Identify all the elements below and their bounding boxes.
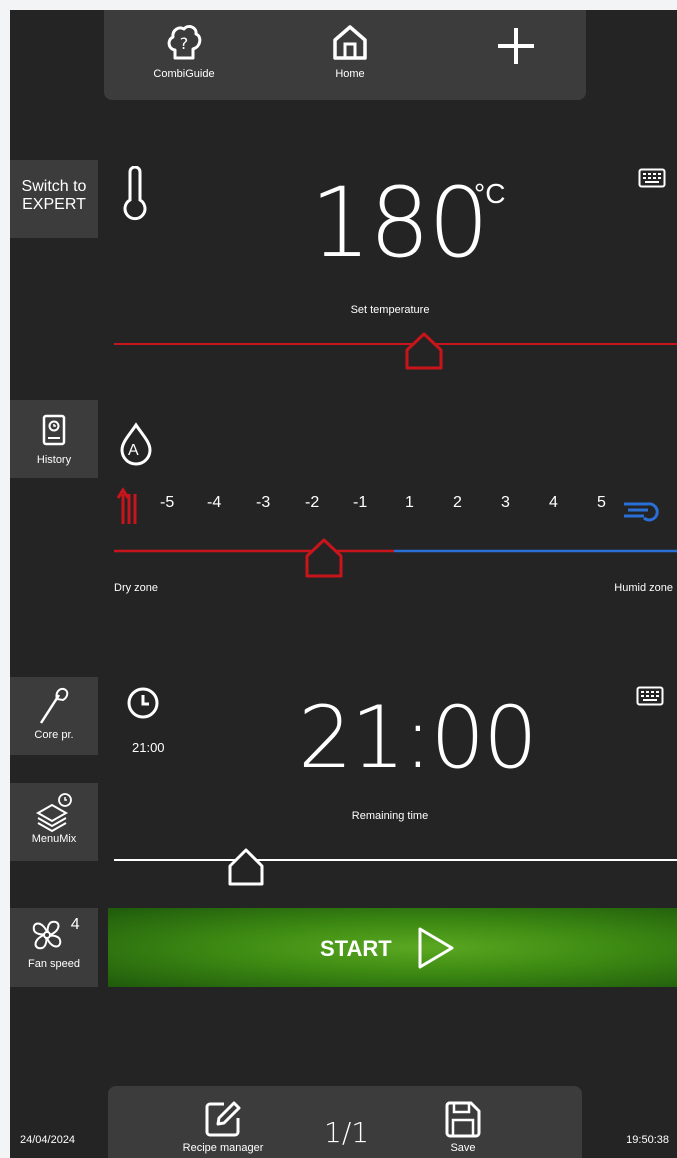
bottom-toolbar: Recipe manager 1/1 Save: [108, 1086, 582, 1158]
keyboard-icon[interactable]: [638, 168, 666, 188]
humidity-level[interactable]: -1: [353, 494, 367, 512]
home-label: Home: [335, 68, 365, 80]
oven-control-screen: ? CombiGuide Home Switch to EXPERT 180 °…: [10, 10, 677, 1158]
top-toolbar: ? CombiGuide Home: [104, 10, 586, 100]
dry-heat-icon: [116, 487, 137, 524]
time-slider[interactable]: [114, 844, 677, 888]
keyboard-icon[interactable]: [636, 686, 664, 706]
time-slider-handle[interactable]: [228, 848, 264, 886]
history-label: History: [36, 454, 72, 466]
humidity-level[interactable]: 2: [453, 494, 462, 512]
edit-pencil-icon: [205, 1101, 241, 1137]
page-indicator: 1/1: [324, 1116, 370, 1149]
humidity-level[interactable]: 5: [597, 494, 606, 512]
menumix-label: MenuMix: [31, 833, 77, 845]
humidity-level[interactable]: 1: [405, 494, 414, 512]
temperature-slider-handle[interactable]: [405, 332, 443, 370]
humidity-level[interactable]: 3: [501, 494, 510, 512]
home-button[interactable]: Home: [305, 20, 395, 95]
dry-zone-label: Dry zone: [114, 582, 159, 594]
save-floppy-icon: [445, 1101, 481, 1138]
temperature-caption: Set temperature: [350, 304, 430, 316]
time-small-value: 21:00: [132, 740, 165, 755]
history-book-icon: [42, 414, 66, 446]
temperature-slider[interactable]: [114, 330, 677, 372]
humidity-slider[interactable]: [114, 536, 677, 578]
temperature-value[interactable]: 180: [310, 168, 489, 278]
humidity-level[interactable]: -4: [207, 494, 221, 512]
recipe-manager-label: Recipe manager: [182, 1142, 264, 1154]
fan-speed-label: Fan speed: [28, 958, 80, 970]
status-date: 24/04/2024: [20, 1134, 76, 1146]
status-time: 19:50:38: [626, 1134, 669, 1146]
switch-expert-line1: Switch to: [21, 178, 87, 195]
menumix-layers-icon: [35, 793, 72, 833]
humidity-level[interactable]: -3: [256, 494, 270, 512]
fan-speed-button[interactable]: 4 Fan speed: [10, 908, 98, 987]
humid-zone-label: Humid zone: [614, 582, 673, 594]
recipe-manager-button[interactable]: Recipe manager: [148, 1098, 298, 1154]
menumix-button[interactable]: MenuMix: [10, 783, 98, 861]
svg-text:?: ?: [180, 34, 189, 53]
humidity-level[interactable]: 4: [549, 494, 558, 512]
combiguide-button[interactable]: ? CombiGuide: [139, 20, 229, 95]
save-label: Save: [450, 1142, 476, 1154]
history-button[interactable]: History: [10, 400, 98, 478]
fan-icon: [33, 920, 62, 950]
start-label: START: [320, 936, 392, 961]
humidity-level[interactable]: -2: [305, 494, 319, 512]
core-probe-icon: [39, 687, 69, 724]
switch-expert-button[interactable]: Switch to EXPERT: [10, 160, 98, 238]
chef-hat-help-icon: ?: [167, 25, 202, 60]
combiguide-label: CombiGuide: [153, 68, 215, 80]
core-probe-button[interactable]: Core pr.: [10, 677, 98, 755]
humidity-slider-handle[interactable]: [305, 538, 343, 578]
plus-icon: [498, 28, 534, 64]
switch-expert-line2: EXPERT: [22, 196, 86, 213]
clock-icon: [127, 687, 159, 719]
save-button[interactable]: Save: [418, 1098, 508, 1154]
temperature-unit: °C: [474, 178, 506, 209]
add-button[interactable]: [471, 24, 561, 99]
play-icon: [418, 927, 454, 969]
start-button[interactable]: START: [108, 908, 677, 987]
fan-speed-value: 4: [70, 916, 80, 933]
humidity-auto-letter: A: [128, 442, 139, 459]
thermometer-icon: [123, 166, 147, 221]
humidity-level[interactable]: -5: [160, 494, 174, 512]
humid-steam-icon: [624, 502, 659, 522]
core-probe-label: Core pr.: [34, 729, 74, 741]
home-icon: [333, 25, 367, 60]
time-caption: Remaining time: [351, 810, 429, 822]
time-value[interactable]: 21:00: [298, 688, 538, 788]
